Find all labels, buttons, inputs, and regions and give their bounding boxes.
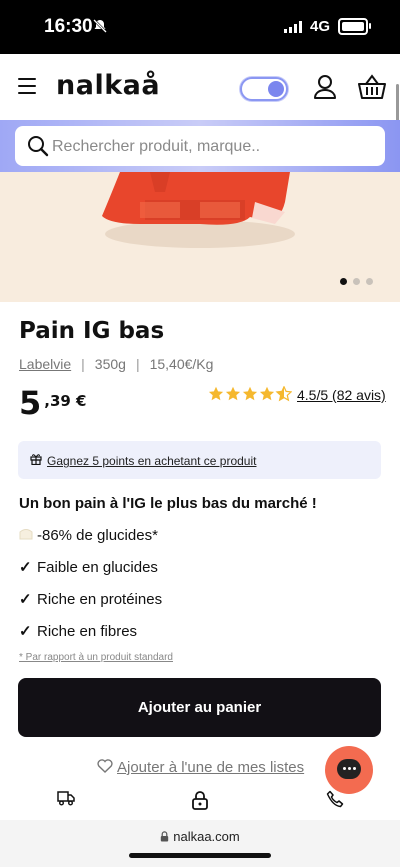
- home-indicator[interactable]: [129, 853, 271, 858]
- carousel-dot[interactable]: [353, 278, 360, 285]
- product-meta: Labelvie | 350g | 15,40€/Kg: [19, 356, 214, 372]
- points-text[interactable]: Gagnez 5 points en achetant ce produit: [47, 454, 256, 468]
- reassurance-bar: [0, 790, 400, 820]
- check-icon: ✓: [19, 623, 32, 640]
- bell-muted-icon: [92, 18, 108, 39]
- brand-link[interactable]: Labelvie: [19, 356, 71, 372]
- feature-item: ✓ Riche en fibres: [19, 622, 137, 640]
- feature-text: -86% de glucides*: [37, 527, 158, 544]
- gift-icon: [30, 452, 42, 470]
- user-icon[interactable]: [313, 74, 337, 105]
- battery-icon: [338, 18, 371, 35]
- rating-link[interactable]: 4.5/5 (82 avis): [297, 387, 386, 403]
- product-title: Pain IG bas: [19, 318, 165, 344]
- search-icon: [27, 135, 49, 162]
- footnote: * Par rapport à un produit standard: [19, 652, 173, 663]
- rating-stars[interactable]: [208, 386, 292, 407]
- add-to-cart-button[interactable]: Ajouter au panier: [18, 678, 381, 737]
- carousel-dot[interactable]: [340, 278, 347, 285]
- product-price: 5,39 €: [19, 384, 87, 422]
- url-bar[interactable]: nalkaa.com: [0, 829, 400, 844]
- signal-icon: [284, 20, 304, 38]
- network-label: 4G: [310, 18, 331, 35]
- theme-toggle[interactable]: [240, 77, 288, 101]
- basket-icon[interactable]: [358, 74, 386, 105]
- feature-text: Faible en glucides: [37, 559, 158, 576]
- truck-icon: [57, 790, 75, 811]
- product-weight: 350g: [94, 356, 126, 372]
- lock-icon: [191, 790, 209, 815]
- check-icon: ✓: [19, 591, 32, 608]
- chat-icon: [337, 759, 361, 779]
- status-bar: 16:30 4G: [0, 0, 400, 54]
- status-time: 16:30: [44, 16, 93, 37]
- search-placeholder: Rechercher produit, marque..: [52, 138, 261, 155]
- chat-button[interactable]: [325, 746, 373, 794]
- feature-item: ✓ Faible en glucides: [19, 558, 158, 576]
- unit-price: 15,40€/Kg: [149, 356, 214, 372]
- feature-text: Riche en protéines: [37, 591, 163, 608]
- price-integer: 5: [19, 384, 42, 422]
- heart-icon: [97, 759, 113, 776]
- wishlist-link[interactable]: Ajouter à l'une de mes listes: [97, 759, 304, 776]
- price-decimal: ,39 €: [44, 392, 87, 410]
- feature-text: Riche en fibres: [37, 623, 138, 640]
- bread-icon: [19, 527, 37, 544]
- product-tagline: Un bon pain à l'IG le plus bas du marché…: [19, 495, 317, 512]
- check-icon: ✓: [19, 559, 32, 576]
- url-text: nalkaa.com: [173, 829, 240, 844]
- carousel-dot[interactable]: [366, 278, 373, 285]
- menu-icon[interactable]: [18, 78, 36, 99]
- logo[interactable]: nalkaå: [56, 70, 160, 101]
- feature-item: -86% de glucides*: [19, 527, 158, 544]
- feature-item: ✓ Riche en protéines: [19, 590, 162, 608]
- phone-icon: [326, 790, 344, 813]
- wishlist-label: Ajouter à l'une de mes listes: [117, 759, 305, 776]
- lock-small-icon: [160, 829, 173, 844]
- carousel-dots[interactable]: [340, 272, 379, 290]
